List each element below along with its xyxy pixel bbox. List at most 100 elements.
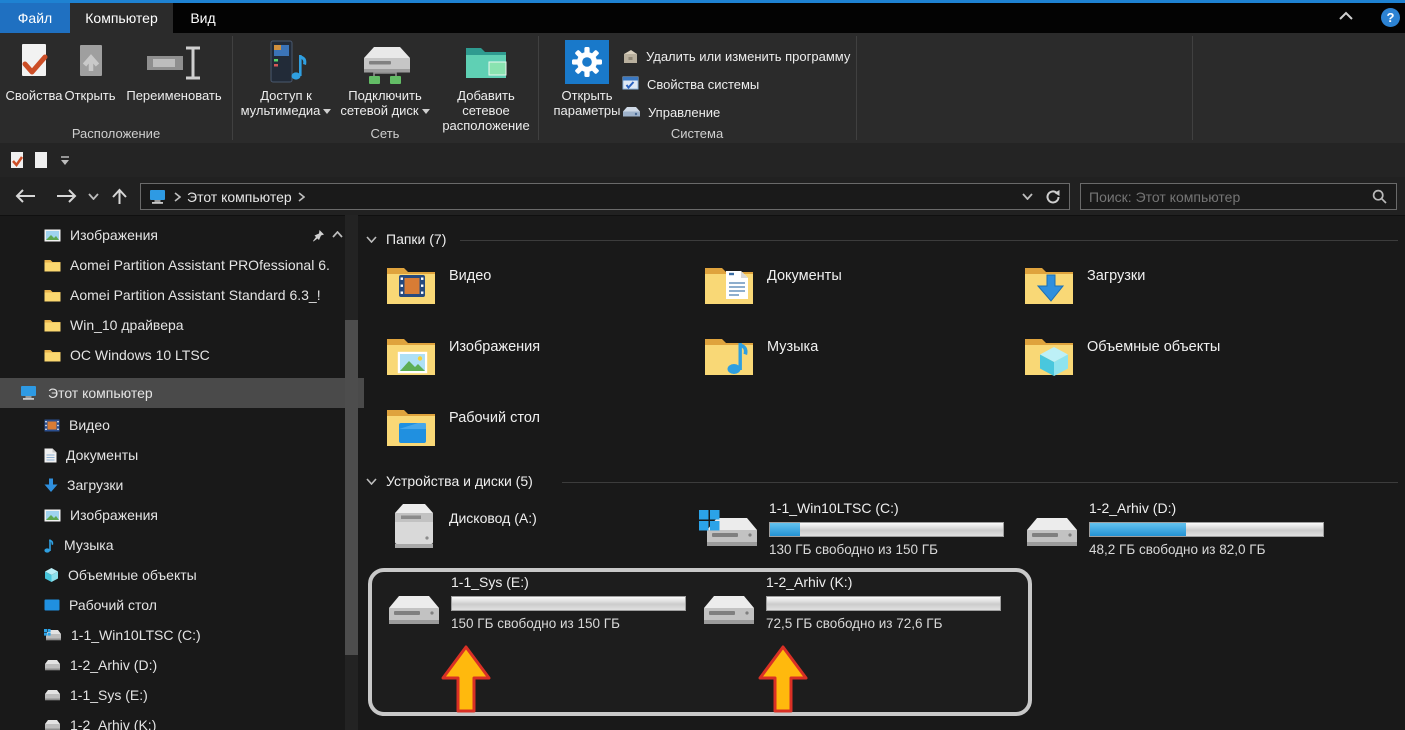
sidebar-item-this-pc[interactable]: Этот компьютер: [0, 378, 364, 408]
sidebar-item-label: Объемные объекты: [68, 567, 197, 583]
sidebar-item-pictures-pinned[interactable]: Изображения: [0, 220, 388, 250]
sidebar-item-os-windows10-ltsc[interactable]: ОС Windows 10 LTSC: [0, 340, 388, 370]
drive-tile-e[interactable]: 1-1_Sys (E:) 150 ГБ свободно из 150 ГБ: [385, 574, 688, 632]
sidebar-item-music[interactable]: Музыка: [0, 530, 388, 560]
folder-tile-label: Загрузки: [1087, 268, 1146, 284]
search-input[interactable]: [1081, 188, 1372, 205]
sidebar-item-videos[interactable]: Видео: [0, 410, 388, 440]
drive-name: Дисковод (A:): [449, 510, 537, 526]
sidebar-item-label: Изображения: [70, 227, 158, 243]
sidebar-item-downloads[interactable]: Загрузки: [0, 470, 388, 500]
folder-tile-label: Музыка: [767, 339, 819, 355]
collapse-ribbon-chevron-icon[interactable]: [1338, 11, 1354, 21]
drives-group-header[interactable]: Устройства и диски (5): [366, 473, 533, 489]
folder-tile-music[interactable]: Музыка: [703, 331, 1003, 391]
back-button[interactable]: [10, 177, 40, 215]
sidebar-item-label: Этот компьютер: [48, 385, 153, 401]
manage-button[interactable]: Управление: [622, 99, 720, 125]
sidebar-scrollbar[interactable]: [345, 215, 358, 730]
drive-usage-bar: [451, 596, 686, 611]
drive-free-space: 72,5 ГБ свободно из 72,6 ГБ: [766, 616, 943, 631]
breadcrumb-chevron-icon[interactable]: [298, 191, 305, 202]
system-properties-button[interactable]: Свойства системы: [622, 71, 759, 97]
breadcrumb-chevron-icon[interactable]: [174, 191, 181, 202]
folder-tile-documents[interactable]: Документы: [703, 260, 1003, 320]
rename-icon: [145, 36, 203, 88]
annotation-arrow-e-drive: [440, 644, 492, 714]
sidebar-item-aomei-pro[interactable]: Aomei Partition Assistant PROfessional 6…: [0, 250, 388, 280]
add-network-location-button[interactable]: Добавить сетевое расположение: [436, 36, 536, 133]
open-button[interactable]: Открыть: [62, 36, 118, 103]
sidebar-scrollbar-thumb[interactable]: [345, 320, 358, 655]
system-properties-label: Свойства системы: [647, 76, 760, 92]
sidebar-item-label: ОС Windows 10 LTSC: [70, 347, 210, 363]
drive-tile-c[interactable]: 1-1_Win10LTSC (C:) 130 ГБ свободно из 15…: [699, 500, 1006, 558]
sidebar-item-pictures[interactable]: Изображения: [0, 500, 388, 530]
group-label-network: Сеть: [370, 126, 400, 141]
address-dropdown-caret-icon[interactable]: [1022, 193, 1033, 200]
tab-view[interactable]: Вид: [173, 3, 233, 33]
tab-computer[interactable]: Компьютер: [70, 3, 173, 33]
ribbon-separator: [538, 36, 539, 140]
qat-customize-caret-icon[interactable]: [60, 156, 70, 166]
drives-group-label: Устройства и диски (5): [386, 473, 533, 489]
sidebar-item-aomei-standard[interactable]: Aomei Partition Assistant Standard 6.3_!: [0, 280, 388, 310]
sidebar-item-drive-c[interactable]: 1-1_Win10LTSC (C:): [0, 620, 388, 650]
sidebar-item-drive-k[interactable]: 1-2_Arhiv (K:): [0, 710, 388, 730]
ribbon-separator: [1192, 36, 1193, 140]
media-access-label: Доступ к мультимедиа: [240, 88, 332, 118]
drive-tile-d[interactable]: 1-2_Arhiv (D:) 48,2 ГБ свободно из 82,0 …: [1023, 500, 1326, 558]
ribbon-tab-bar: Файл Компьютер Вид ?: [0, 3, 1405, 33]
tab-file[interactable]: Файл: [0, 3, 70, 33]
address-bar[interactable]: Этот компьютер: [140, 183, 1070, 210]
drive-tile-k[interactable]: 1-2_Arhiv (K:) 72,5 ГБ свободно из 72,6 …: [700, 574, 1003, 632]
breadcrumb-this-pc[interactable]: Этот компьютер: [187, 189, 292, 205]
refresh-icon[interactable]: [1045, 189, 1061, 205]
properties-button[interactable]: Свойства: [5, 36, 63, 103]
collapse-group-chevron-icon[interactable]: [332, 231, 343, 238]
qat-new-folder-icon[interactable]: [34, 151, 48, 169]
annotation-arrow-k-drive: [757, 644, 809, 714]
desktop-folder-icon: [385, 402, 437, 450]
folder-tile-desktop[interactable]: Рабочий стол: [385, 402, 685, 462]
pin-icon[interactable]: [312, 229, 325, 242]
rename-button[interactable]: Переименовать: [118, 36, 230, 103]
group-label-system: Система: [670, 126, 724, 141]
drive-usage-bar: [769, 522, 1004, 537]
ribbon-separator: [856, 36, 857, 140]
sidebar-item-documents[interactable]: Документы: [0, 440, 388, 470]
folder-tile-downloads[interactable]: Загрузки: [1023, 260, 1323, 320]
videos-folder-icon: [385, 260, 437, 308]
recent-locations-caret-icon[interactable]: [84, 177, 102, 215]
properties-icon: [14, 36, 54, 88]
media-access-icon: [263, 36, 309, 88]
open-settings-button[interactable]: Открыть параметры: [548, 36, 626, 118]
up-button[interactable]: [106, 177, 132, 215]
hard-drive-icon: [700, 590, 758, 632]
settings-gear-icon: [564, 36, 610, 88]
search-box[interactable]: [1080, 183, 1397, 210]
manage-icon: [622, 105, 641, 119]
folder-tile-label: Объемные объекты: [1087, 339, 1221, 355]
sidebar-item-desktop[interactable]: Рабочий стол: [0, 590, 388, 620]
folder-tile-videos[interactable]: Видео: [385, 260, 685, 320]
sidebar-item-3d-objects[interactable]: Объемные объекты: [0, 560, 388, 590]
sidebar-item-win10-drivers[interactable]: Win_10 драйвера: [0, 310, 388, 340]
sidebar-item-drive-e[interactable]: 1-1_Sys (E:): [0, 680, 388, 710]
drive-tile-a[interactable]: Дисковод (A:): [385, 500, 686, 552]
folders-group-header[interactable]: Папки (7): [366, 231, 446, 247]
pictures-folder-icon: [385, 331, 437, 379]
hard-drive-icon: [385, 590, 443, 632]
folder-tile-3d-objects[interactable]: Объемные объекты: [1023, 331, 1323, 391]
map-network-drive-button[interactable]: Подключить сетевой диск: [336, 36, 434, 118]
sidebar-item-drive-d[interactable]: 1-2_Arhiv (D:): [0, 650, 388, 680]
drive-name: 1-1_Sys (E:): [451, 574, 529, 590]
help-icon[interactable]: ?: [1381, 8, 1400, 27]
qat-properties-icon[interactable]: [10, 151, 25, 169]
drive-free-space: 150 ГБ свободно из 150 ГБ: [451, 616, 620, 631]
folder-tile-pictures[interactable]: Изображения: [385, 331, 685, 391]
uninstall-program-button[interactable]: Удалить или изменить программу: [622, 43, 850, 69]
media-access-button[interactable]: Доступ к мультимедиа: [240, 36, 332, 118]
forward-button[interactable]: [52, 177, 82, 215]
search-icon[interactable]: [1372, 189, 1387, 204]
